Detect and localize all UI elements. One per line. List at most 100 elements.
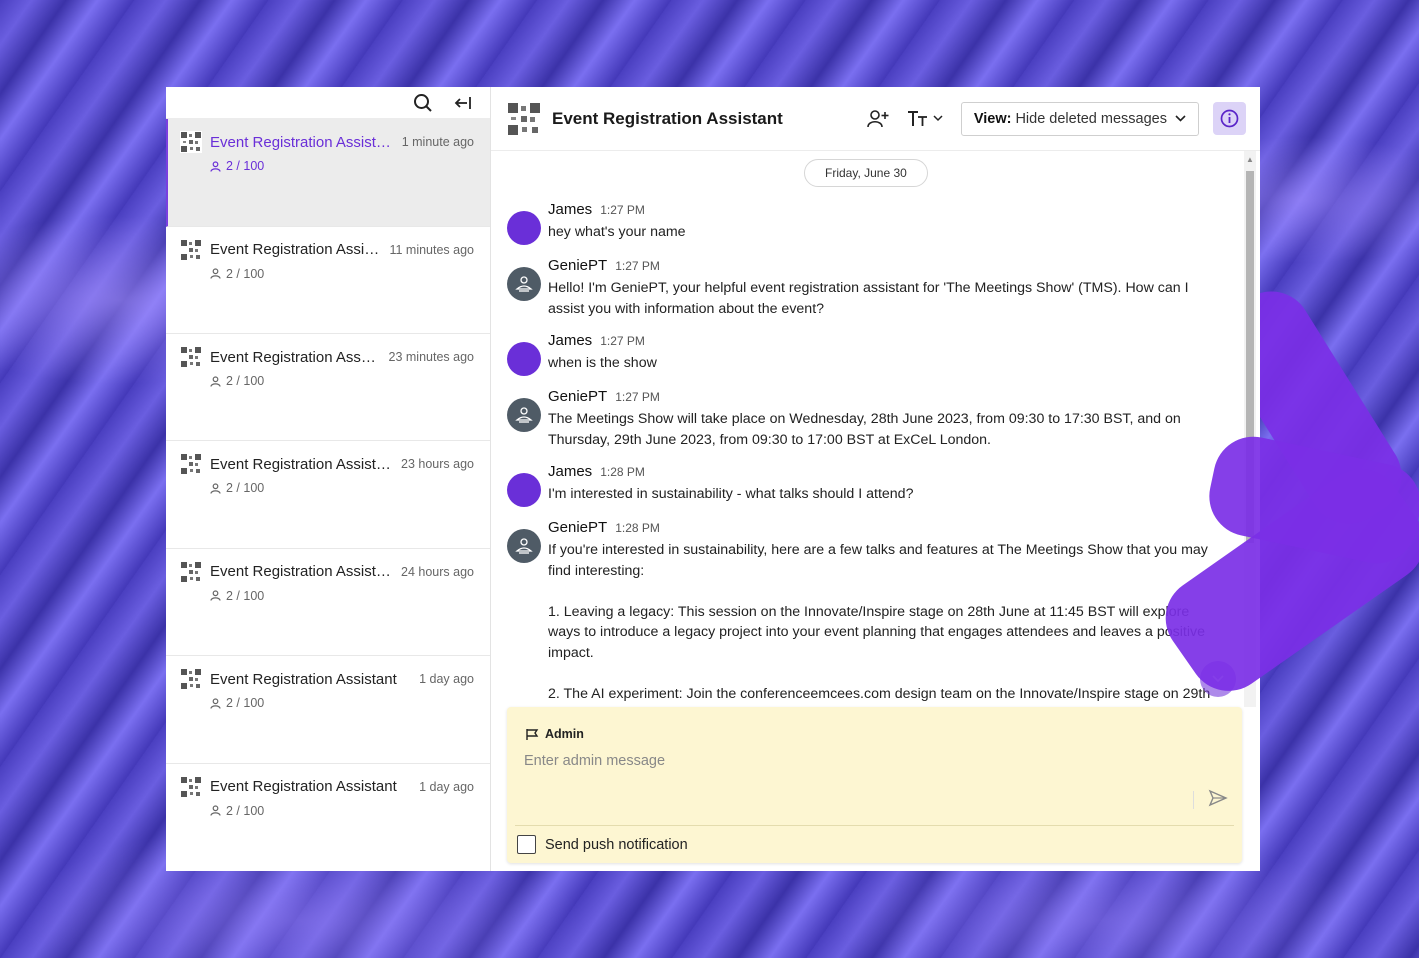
qr-avatar-icon: [180, 453, 202, 476]
push-notification-option[interactable]: Send push notification: [517, 835, 688, 854]
info-button[interactable]: [1213, 102, 1246, 135]
member-count: 2 / 100: [210, 481, 474, 495]
message-author[interactable]: James: [548, 201, 592, 218]
message-author[interactable]: James: [548, 463, 592, 480]
composer-label: Admin: [525, 727, 584, 741]
date-separator: Friday, June 30: [804, 159, 928, 187]
qr-avatar-icon: [180, 346, 202, 369]
qr-avatar-icon: [180, 560, 202, 583]
member-count: 2 / 100: [210, 696, 474, 710]
chat-main: Event Registration Assistant View: Hide …: [491, 87, 1260, 871]
avatar[interactable]: [507, 529, 541, 563]
conversation-title: Event Registration Assista...: [210, 133, 392, 151]
conversation-title: Event Registration Assistant: [210, 563, 392, 581]
message-time: 1:28 PM: [615, 521, 660, 535]
message-author[interactable]: James: [548, 332, 592, 349]
person-icon: [210, 698, 221, 709]
message-item: GeniePT 1:28 PM If you're interested in s…: [507, 519, 1220, 707]
add-member-icon[interactable]: [867, 109, 889, 129]
conversation-item[interactable]: Event Registration Assis... 11 minutes a…: [166, 227, 490, 335]
conversation-item[interactable]: Event Registration Assistant 24 hours ag…: [166, 549, 490, 657]
person-icon: [210, 483, 221, 494]
collapse-sidebar-icon[interactable]: [452, 92, 474, 114]
megaphone-icon: [526, 728, 539, 740]
message-time: 1:27 PM: [600, 203, 645, 217]
message-author[interactable]: GeniePT: [548, 519, 607, 536]
message-author[interactable]: GeniePT: [548, 388, 607, 405]
message-text: when is the show: [548, 355, 657, 371]
avatar[interactable]: [507, 342, 541, 376]
message-time: 1:28 PM: [600, 465, 645, 479]
avatar[interactable]: [507, 267, 541, 301]
send-icon: [1208, 789, 1228, 807]
person-icon: [210, 590, 221, 602]
person-icon: [210, 805, 221, 816]
message-text: hey what's your name: [548, 224, 686, 240]
conversation-item[interactable]: Event Registration Assistant 23 hours ag…: [166, 441, 490, 549]
conversation-time: 24 hours ago: [401, 564, 474, 579]
person-icon: [210, 375, 221, 387]
message-author[interactable]: GeniePT: [548, 257, 607, 274]
message-item: James 1:28 PM I'm interested in sustainab…: [507, 463, 1220, 507]
genie-lamp-icon: [515, 276, 533, 292]
message-item: GeniePT 1:27 PM The Meetings Show will ta…: [507, 388, 1220, 450]
text-size-icon: [907, 110, 927, 126]
message-text: If you're interested in sustainability, …: [548, 542, 1211, 707]
message-time: 1:27 PM: [615, 259, 660, 273]
conversation-time: 23 minutes ago: [388, 350, 474, 365]
conversation-item[interactable]: Event Registration Assis... 23 minutes a…: [166, 334, 490, 442]
conversation-item[interactable]: Event Registration Assistant 1 day ago 2…: [166, 656, 490, 764]
avatar[interactable]: [507, 211, 541, 245]
member-count: 2 / 100: [210, 374, 474, 388]
message-time: 1:27 PM: [615, 390, 660, 404]
search-icon[interactable]: [412, 92, 434, 114]
message-item: James 1:27 PM when is the show: [507, 332, 1220, 376]
person-icon: [210, 161, 221, 172]
qr-avatar-icon: [507, 101, 541, 136]
genie-lamp-icon: [515, 538, 533, 554]
push-notification-checkbox[interactable]: [517, 835, 536, 854]
conversation-list: Event Registration Assista... 1 minute a…: [166, 119, 490, 871]
message-item: GeniePT 1:27 PM Hello! I'm GeniePT, your …: [507, 257, 1220, 319]
avatar[interactable]: [507, 398, 541, 432]
admin-composer: Admin Send push notification: [507, 707, 1242, 863]
conversation-item[interactable]: Event Registration Assistant 1 day ago 2…: [166, 764, 490, 871]
view-filter-select[interactable]: View: Hide deleted messages: [960, 101, 1199, 136]
message-text: The Meetings Show will take place on Wed…: [548, 411, 1185, 448]
message-item: James 1:27 PM hey what's your name: [507, 201, 1220, 245]
conversation-sidebar: Event Registration Assista... 1 minute a…: [166, 87, 491, 871]
person-icon: [210, 268, 221, 279]
chevron-down-icon: [933, 115, 943, 122]
send-button[interactable]: [1208, 789, 1228, 812]
genie-lamp-icon: [515, 407, 533, 423]
conversation-time: 23 hours ago: [401, 457, 474, 472]
divider: [1193, 791, 1194, 809]
chat-title: Event Registration Assistant: [552, 108, 783, 128]
conversation-title: Event Registration Assis...: [210, 241, 380, 259]
sidebar-header: [166, 87, 490, 120]
member-count: 2 / 100: [210, 589, 474, 603]
conversation-time: 1 day ago: [419, 672, 474, 687]
message-text: Hello! I'm GeniePT, your helpful event r…: [548, 280, 1193, 317]
member-count: 2 / 100: [210, 159, 474, 173]
admin-message-input[interactable]: [524, 753, 1164, 769]
conversation-time: 1 minute ago: [401, 135, 474, 150]
qr-avatar-icon: [180, 668, 202, 691]
member-count: 2 / 100: [210, 804, 474, 818]
conversation-title: Event Registration Assis...: [210, 348, 379, 366]
conversation-title: Event Registration Assistant: [210, 670, 397, 688]
text-size-button[interactable]: [907, 110, 943, 128]
member-count: 2 / 100: [210, 267, 474, 281]
conversation-time: 11 minutes ago: [389, 242, 474, 257]
qr-avatar-icon: [180, 775, 202, 798]
qr-avatar-icon: [180, 131, 202, 154]
avatar[interactable]: [507, 473, 541, 507]
chevron-down-icon: [1175, 115, 1186, 122]
conversation-title: Event Registration Assistant: [210, 455, 392, 473]
conversation-title: Event Registration Assistant: [210, 778, 397, 796]
scroll-up-arrow-icon[interactable]: ▲: [1246, 155, 1254, 164]
divider: [515, 825, 1234, 826]
message-list: Friday, June 30 James 1:27 PM hey what's …: [491, 151, 1260, 707]
conversation-item[interactable]: Event Registration Assista... 1 minute a…: [166, 119, 490, 227]
info-icon: [1220, 109, 1239, 128]
